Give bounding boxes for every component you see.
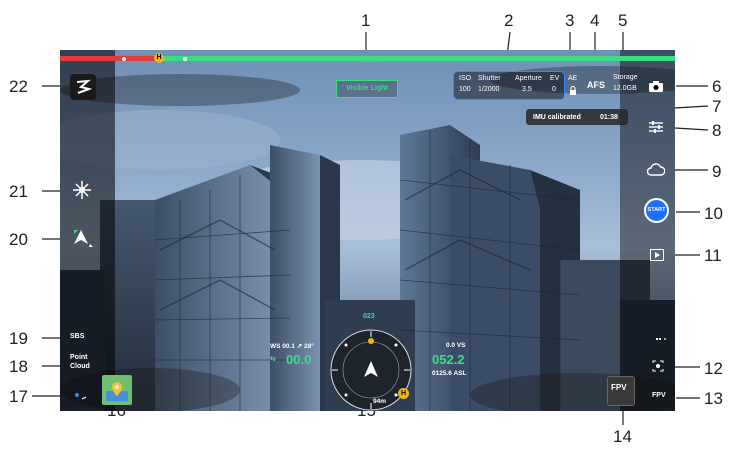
shutter-label: Shutter (478, 75, 501, 82)
leader-7b (674, 105, 709, 109)
map-button[interactable] (102, 375, 132, 405)
callout-6: 6 (712, 77, 722, 96)
storage-value: 12.0GB (613, 85, 637, 92)
camera-settings-button[interactable] (645, 118, 667, 136)
ae-lock-icon[interactable] (569, 86, 577, 95)
lens-label[interactable]: Visible Light (336, 80, 398, 98)
sbs-button[interactable]: SBS (70, 333, 84, 340)
compass-mini-icon (75, 393, 87, 400)
navigation-arrow-icon (74, 230, 93, 247)
aperture-label: Aperture (515, 75, 542, 82)
notification-time: 01:38 (600, 114, 618, 121)
sliders-icon (649, 121, 663, 133)
iso-value: 100 (459, 86, 471, 93)
callout-7: 7 (712, 97, 722, 116)
playback-icon (650, 249, 664, 261)
notification-text: IMU calibrated (533, 114, 581, 121)
callout-17: 17 (9, 387, 28, 406)
home-marker: H (154, 53, 164, 63)
camera-view[interactable]: H 17:10 SBS Point Cloud Visible Light IS… (60, 50, 675, 411)
fpv-camera-toggle[interactable]: FPV (652, 392, 666, 399)
page-indicator (656, 338, 666, 340)
status-bar-warning (60, 56, 155, 61)
altitude-value: 052.2 (432, 352, 465, 367)
callout-11: 11 (704, 246, 722, 265)
callout-18: 18 (9, 357, 28, 376)
camera-switch-icon (652, 360, 664, 372)
callout-14: 14 (613, 427, 632, 446)
callout-4: 4 (590, 11, 600, 30)
callout-13: 13 (704, 389, 723, 408)
callout-5: 5 (618, 11, 628, 30)
home-point-marker: H (398, 388, 409, 399)
page-dot (664, 338, 666, 340)
callout-19: 19 (9, 329, 28, 348)
flight-time-remaining: 17:10 (360, 55, 381, 64)
callout-2: 2 (504, 11, 514, 30)
iso-label: ISO (459, 75, 472, 82)
ev-value: 0 (552, 86, 556, 93)
storage-label: Storage (613, 74, 638, 81)
horizontal-speed-label: ⇆ (270, 356, 276, 363)
navigation-display-button[interactable] (70, 226, 96, 250)
lidar-icon (73, 181, 91, 199)
cloud-mapping-button[interactable] (644, 160, 668, 180)
home-distance: 94m (373, 398, 387, 405)
attitude-indicator[interactable] (72, 388, 88, 402)
wind-speed: WS 00.1 ↗ 28° (270, 343, 314, 350)
heading-value: 023 (363, 313, 375, 320)
cloud-icon (647, 163, 665, 176)
lidar-button[interactable] (70, 178, 94, 202)
ev-label: EV (550, 75, 560, 82)
status-marker-dot (183, 57, 187, 61)
playback-button[interactable] (646, 246, 668, 264)
callout-21: 21 (9, 182, 28, 201)
callout-12: 12 (704, 359, 723, 378)
dji-logo-icon (76, 79, 92, 94)
callout-3: 3 (565, 11, 575, 30)
callout-1: 1 (361, 11, 371, 30)
shutter-value: 1/2000 (478, 86, 500, 93)
horizontal-speed: 00.0 (286, 352, 312, 367)
callout-10: 10 (704, 204, 723, 223)
camera-icon (649, 80, 663, 92)
map-pin-icon (106, 382, 128, 401)
callout-8: 8 (712, 121, 722, 140)
focus-mode[interactable]: AFS (587, 80, 605, 90)
status-marker-dot (122, 57, 126, 61)
home-button[interactable] (70, 74, 96, 100)
asl-altitude: 0125.6 ASL (432, 370, 467, 377)
ae-label[interactable]: AE (568, 75, 577, 83)
vertical-speed: 0.0 VS (446, 342, 466, 349)
page-dot (656, 338, 658, 340)
callout-20: 20 (9, 230, 28, 249)
callout-22: 22 (9, 77, 28, 96)
aperture-value: 3.5 (522, 86, 532, 93)
callout-9: 9 (712, 162, 722, 181)
start-button[interactable]: START (644, 198, 669, 223)
page-dot (659, 338, 661, 340)
camera-switch-button[interactable] (649, 358, 667, 374)
point-cloud-button[interactable]: Point Cloud (70, 353, 90, 371)
fpv-button-label: FPV (611, 383, 627, 392)
camera-mode-button[interactable] (644, 76, 668, 96)
leader-8 (674, 127, 709, 131)
